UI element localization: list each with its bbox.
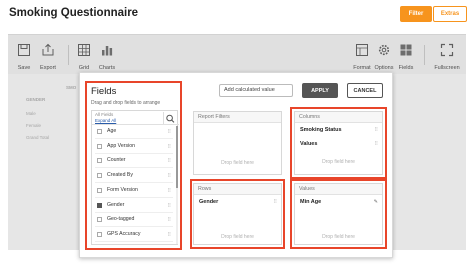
field-checkbox[interactable]	[97, 231, 102, 237]
field-checkbox[interactable]	[97, 202, 102, 208]
rows-highlight	[190, 179, 285, 249]
field-checkbox[interactable]	[97, 173, 102, 179]
field-checkbox[interactable]	[97, 143, 102, 149]
filter-button[interactable]: Filter	[400, 6, 432, 22]
fields-panel: Fields Drag and drop fields to arrange A…	[85, 81, 182, 250]
drag-handle-icon[interactable]: ⠿	[167, 232, 171, 238]
add-calculated-value-input[interactable]: Add calculated value	[219, 84, 293, 97]
scrollbar-thumb[interactable]	[176, 126, 178, 188]
fields-title: Fields	[91, 86, 117, 97]
apply-button[interactable]: APPLY	[302, 83, 338, 98]
field-list-item[interactable]: Gender ⠿	[95, 200, 173, 213]
field-name: Created By	[107, 172, 133, 179]
columns-highlight	[290, 107, 387, 179]
cancel-button[interactable]: CANCEL	[347, 83, 383, 98]
drag-handle-icon[interactable]: ⠿	[167, 144, 171, 150]
search-placeholder: All Fields	[95, 112, 114, 117]
field-checkbox[interactable]	[97, 129, 102, 134]
drag-handle-icon[interactable]: ⠿	[167, 188, 171, 194]
calculated-value-label: Add calculated value	[224, 87, 275, 93]
field-name: App Version	[107, 142, 135, 149]
search-icon	[166, 114, 175, 123]
field-name: Gender	[107, 201, 125, 208]
drag-handle-icon[interactable]: ⠿	[167, 217, 171, 223]
field-name: Form Version	[107, 186, 138, 193]
zone-title: Report Filters	[198, 114, 230, 120]
field-list-item[interactable]: Counter ⠿	[95, 155, 173, 169]
field-list-item[interactable]: Form Version ⠿	[95, 185, 173, 198]
field-checkbox[interactable]	[97, 217, 102, 223]
page-title: Smoking Questionnaire	[9, 7, 139, 19]
drag-handle-icon[interactable]: ⠿	[167, 129, 171, 135]
expand-all-link[interactable]: Expand All	[95, 118, 116, 123]
field-list-item[interactable]: GPS Accuracy ⠿	[95, 229, 173, 242]
fields-scrollbar[interactable]	[176, 126, 178, 244]
search-button[interactable]	[163, 112, 176, 124]
field-name: GPS Accuracy	[107, 230, 141, 237]
field-name: Counter	[107, 157, 126, 164]
drop-hint: Drop field here	[221, 160, 254, 166]
drag-handle-icon[interactable]: ⠿	[167, 158, 171, 164]
field-name: Age	[107, 128, 117, 134]
fields-hint: Drag and drop fields to arrange	[91, 100, 161, 106]
extras-button[interactable]: Extras	[433, 6, 467, 22]
drag-handle-icon[interactable]: ⠿	[167, 173, 171, 179]
field-checkbox[interactable]	[97, 187, 102, 193]
report-filters-zone[interactable]: Report Filters Drop field here	[193, 111, 282, 175]
zone-header: Report Filters	[194, 112, 281, 123]
field-search[interactable]: All Fields Expand All	[92, 111, 179, 125]
field-list-item[interactable]: Age ⠿	[95, 126, 173, 139]
values-highlight	[290, 179, 387, 249]
fields-list: All Fields Expand All Age ⠿ App Version ⠿ Co…	[91, 110, 179, 245]
field-list-item[interactable]: Geo-tagged ⠿	[95, 214, 173, 228]
field-list-item[interactable]: Created By ⠿	[95, 170, 173, 184]
pivot-page: Smoking Questionnaire Filter Extras Save…	[0, 0, 474, 264]
field-list-item[interactable]: App Version ⠿	[95, 141, 173, 154]
field-checkbox[interactable]	[97, 158, 102, 164]
drag-handle-icon[interactable]: ⠿	[167, 203, 171, 209]
field-name: Geo-tagged	[107, 216, 135, 223]
